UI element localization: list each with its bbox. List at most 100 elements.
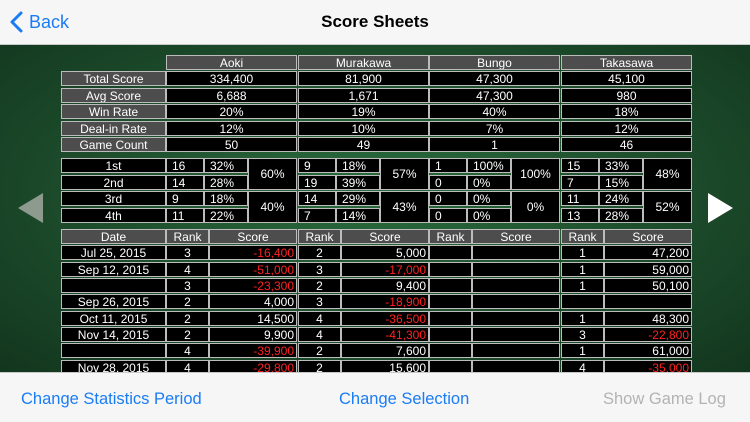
score-column-header: Score (604, 229, 692, 244)
page-title: Score Sheets (321, 12, 429, 31)
game-score: -51,000 (209, 262, 297, 277)
placement-percent: 0% (467, 191, 511, 206)
game-score (472, 311, 560, 326)
change-selection-button[interactable]: Change Selection (339, 390, 469, 409)
game-date[interactable] (61, 343, 166, 358)
game-score (472, 262, 560, 277)
game-score: -23,300 (209, 278, 297, 293)
summary-value: 81,900 (298, 71, 429, 86)
game-score (604, 294, 692, 309)
placement-count: 11 (166, 208, 204, 223)
change-statistics-period-button[interactable]: Change Statistics Period (21, 390, 202, 409)
game-rank: 4 (298, 311, 341, 326)
game-rank: 4 (298, 327, 341, 342)
placement-percent: 0% (467, 175, 511, 190)
game-rank: 2 (298, 343, 341, 358)
next-arrow-icon[interactable] (708, 193, 733, 223)
placement-count: 7 (298, 208, 336, 223)
placement-count: 15 (561, 158, 599, 173)
game-score: -16,400 (209, 245, 297, 260)
placement-count: 19 (298, 175, 336, 190)
game-score (472, 343, 560, 358)
player-name-header: Murakawa (298, 55, 429, 70)
game-rank: 3 (561, 327, 604, 342)
game-date[interactable]: Nov 14, 2015 (61, 327, 166, 342)
placement-label: 1st (61, 158, 166, 173)
game-rank: 3 (298, 294, 341, 309)
game-rank (429, 360, 472, 372)
game-date[interactable]: Oct 11, 2015 (61, 311, 166, 326)
game-date[interactable]: Jul 25, 2015 (61, 245, 166, 260)
placement-percent: 22% (204, 208, 248, 223)
bottom-two-rate: 52% (643, 191, 692, 223)
summary-value: 334,400 (166, 71, 297, 86)
bottom-toolbar: Change Statistics Period Change Selectio… (0, 372, 750, 422)
placement-count: 1 (429, 158, 467, 173)
game-rank: 3 (166, 245, 209, 260)
summary-value: 47,300 (429, 88, 560, 103)
game-score: 9,900 (209, 327, 297, 342)
game-score: 61,000 (604, 343, 692, 358)
previous-arrow-icon[interactable] (18, 193, 43, 223)
game-rank: 1 (561, 311, 604, 326)
placement-label: 3rd (61, 191, 166, 206)
placement-label: 2nd (61, 175, 166, 190)
game-score: -29,800 (209, 360, 297, 372)
show-game-log-button: Show Game Log (603, 390, 726, 408)
placement-percent: 0% (467, 208, 511, 223)
rank-column-header: Rank (429, 229, 472, 244)
game-score: 7,600 (341, 343, 429, 358)
game-score: 4,000 (209, 294, 297, 309)
game-score: 59,000 (604, 262, 692, 277)
game-rank (429, 327, 472, 342)
game-rank (429, 245, 472, 260)
summary-label: Game Count (61, 137, 166, 152)
game-rank (429, 311, 472, 326)
game-score (472, 278, 560, 293)
game-score: -22,800 (604, 327, 692, 342)
game-rank (429, 262, 472, 277)
game-rank: 4 (166, 262, 209, 277)
summary-value: 45,100 (561, 71, 692, 86)
game-rank: 3 (166, 278, 209, 293)
game-rank (429, 343, 472, 358)
player-name-header: Aoki (166, 55, 297, 70)
summary-value: 7% (429, 121, 560, 136)
summary-label: Avg Score (61, 88, 166, 103)
summary-value: 18% (561, 104, 692, 119)
game-date[interactable]: Sep 26, 2015 (61, 294, 166, 309)
placement-percent: 15% (599, 175, 643, 190)
top-two-rate: 57% (380, 158, 429, 190)
placement-percent: 32% (204, 158, 248, 173)
date-column-header: Date (61, 229, 166, 244)
game-score: 47,200 (604, 245, 692, 260)
game-rank: 2 (298, 278, 341, 293)
rank-column-header: Rank (561, 229, 604, 244)
placement-count: 0 (429, 191, 467, 206)
top-two-rate: 60% (248, 158, 297, 190)
game-date[interactable] (61, 278, 166, 293)
game-score (472, 294, 560, 309)
player-name-header: Bungo (429, 55, 560, 70)
score-sheet-area[interactable]: Aoki Murakawa Bungo Takasawa Total Score Avg … (0, 45, 750, 372)
game-date[interactable]: Sep 12, 2015 (61, 262, 166, 277)
summary-value: 12% (561, 121, 692, 136)
game-score: -18,900 (341, 294, 429, 309)
game-date[interactable]: Nov 28, 2015 (61, 360, 166, 372)
game-rank (429, 278, 472, 293)
game-rank (561, 294, 604, 309)
summary-value: 49 (298, 137, 429, 152)
game-score: 9,400 (341, 278, 429, 293)
game-rank: 1 (561, 262, 604, 277)
game-rank: 2 (166, 294, 209, 309)
game-score (472, 327, 560, 342)
summary-value: 12% (166, 121, 297, 136)
game-score (472, 360, 560, 372)
score-column-header: Score (209, 229, 297, 244)
placement-count: 9 (298, 158, 336, 173)
game-rank: 2 (166, 327, 209, 342)
player-name-header: Takasawa (561, 55, 692, 70)
navigation-bar: Back Score Sheets (0, 0, 750, 45)
summary-label: Total Score (61, 71, 166, 86)
game-score: -41,300 (341, 327, 429, 342)
